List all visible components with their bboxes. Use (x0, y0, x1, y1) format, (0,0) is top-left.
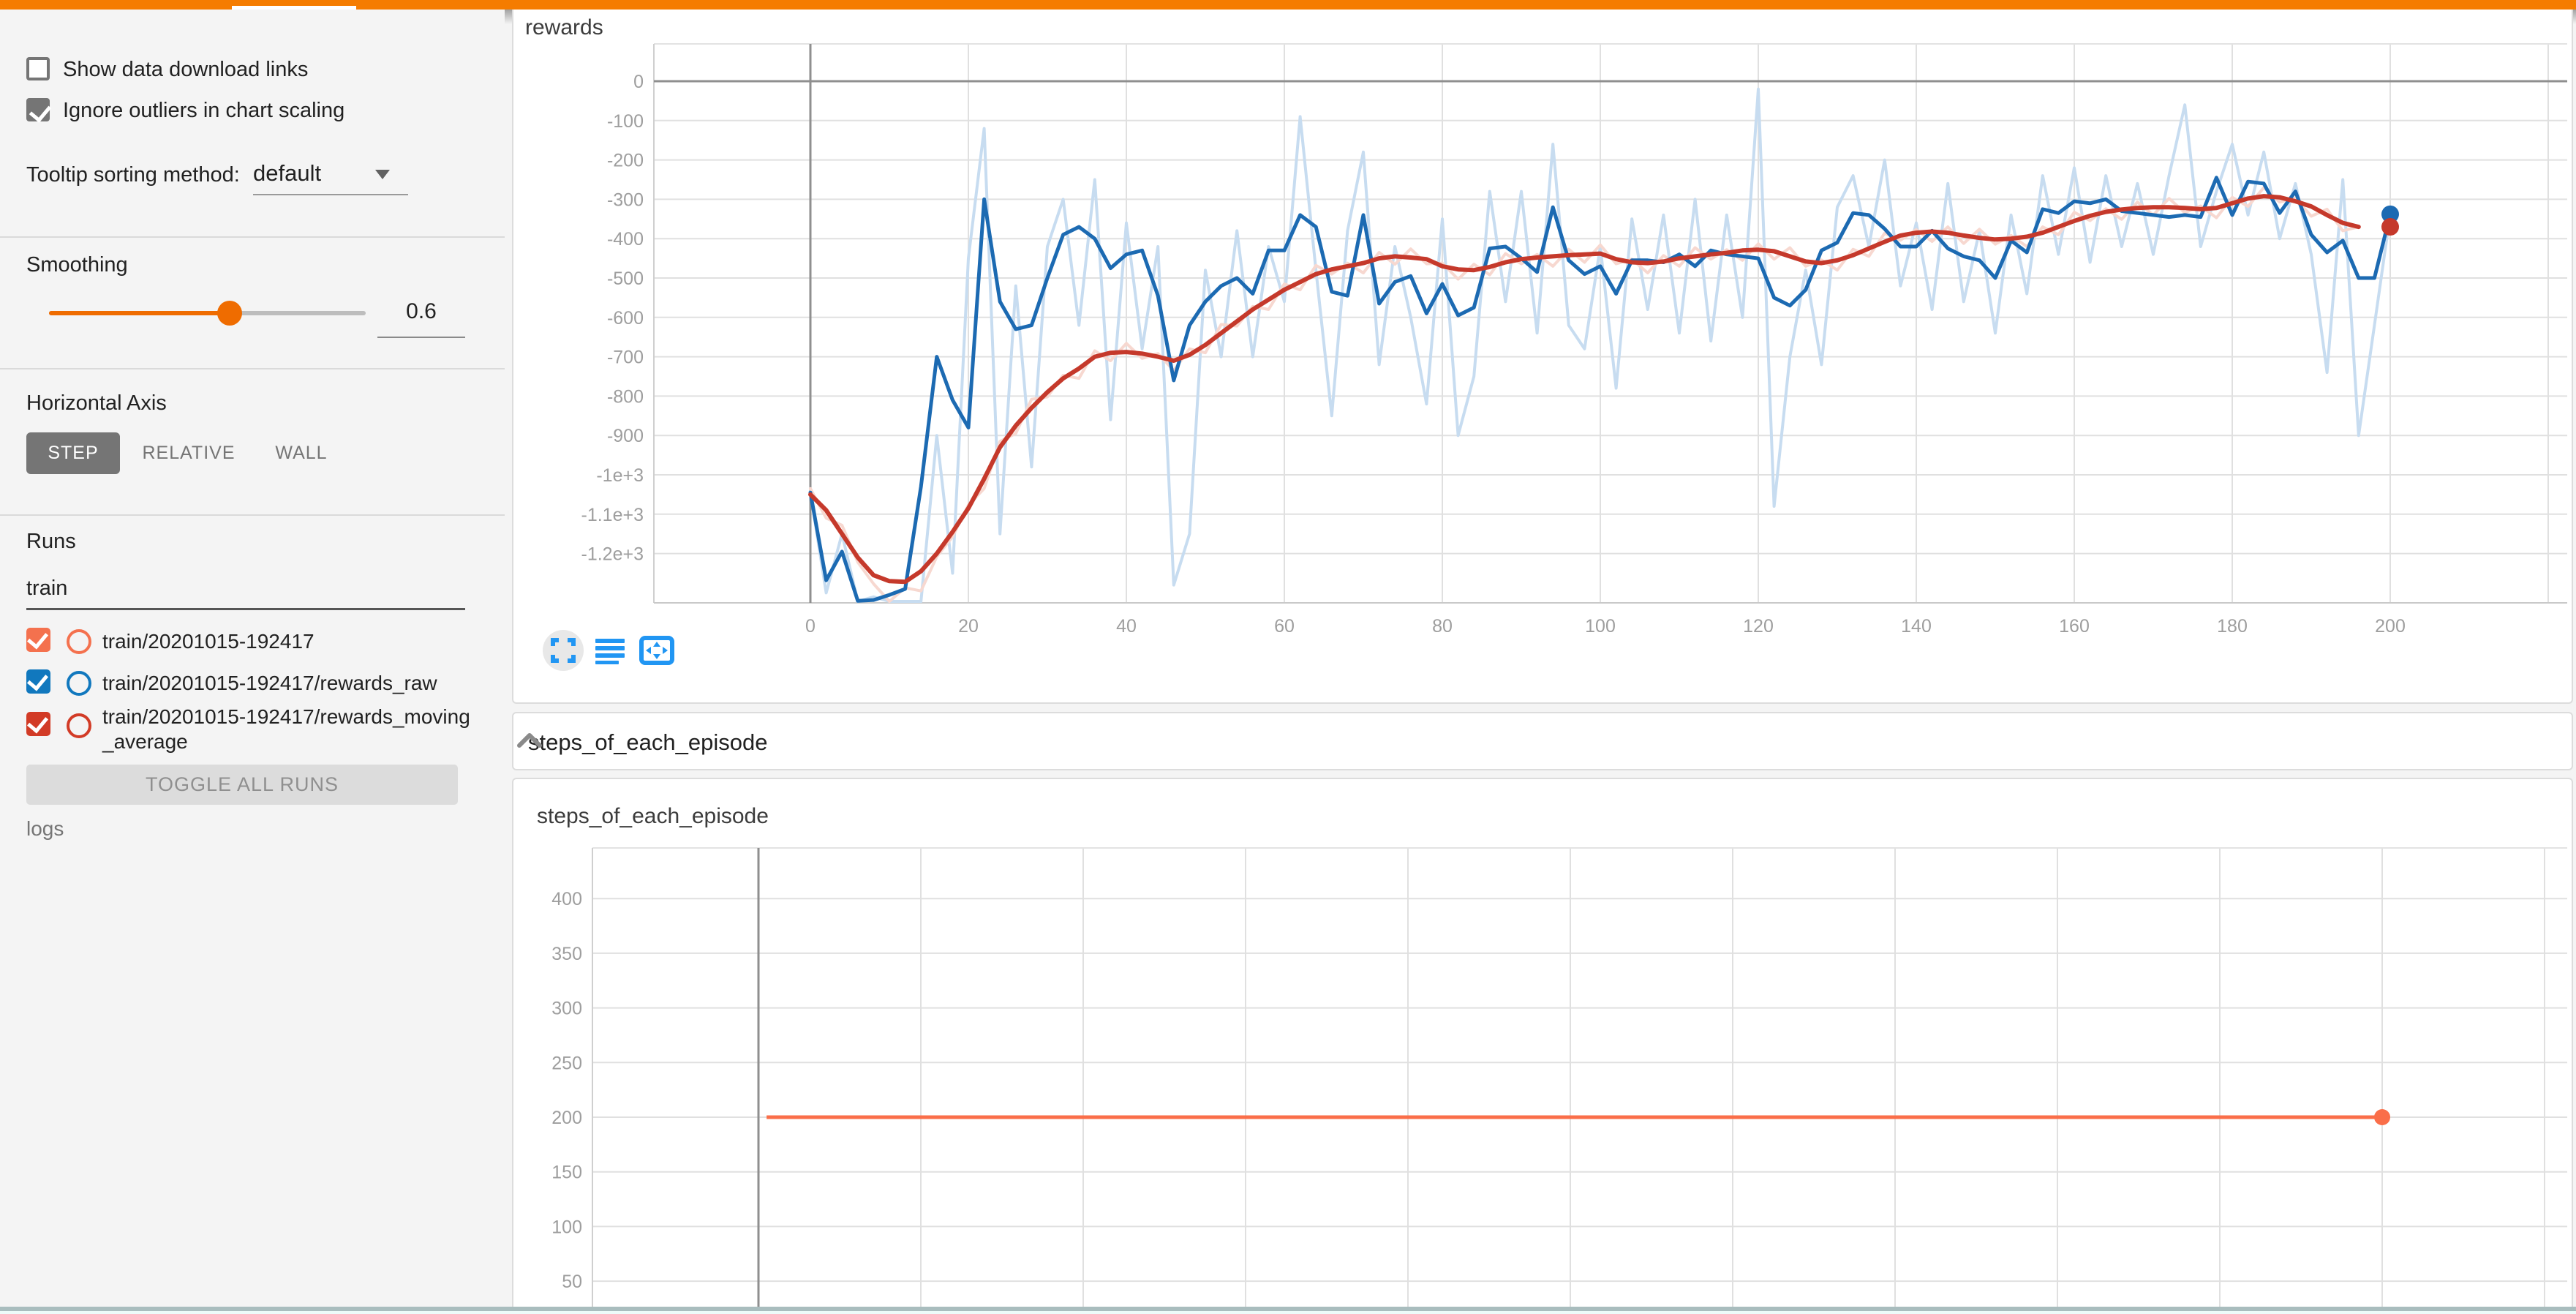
svg-text:40: 40 (1116, 616, 1137, 637)
smoothing-slider-thumb[interactable] (217, 301, 242, 326)
smoothing-slider-fill (49, 311, 229, 315)
svg-text:250: 250 (551, 1053, 582, 1073)
axis-button-step[interactable]: STEP (26, 432, 120, 474)
steps-chart-card: steps_of_each_episode 400350300250200150… (512, 778, 2573, 1314)
run-color-circle[interactable] (67, 713, 91, 738)
fit-domain-button[interactable] (636, 630, 677, 671)
svg-text:0: 0 (633, 72, 644, 92)
run-checkbox[interactable] (26, 669, 50, 694)
svg-text:80: 80 (1432, 616, 1453, 637)
check-icon (27, 711, 48, 733)
fullscreen-icon (543, 630, 584, 671)
svg-text:100: 100 (551, 1217, 582, 1237)
check-icon (27, 627, 48, 649)
toggle-runs-menu-button[interactable] (590, 630, 630, 671)
section-title: steps_of_each_episode (528, 729, 767, 756)
svg-text:-400: -400 (607, 229, 644, 249)
svg-text:-600: -600 (607, 308, 644, 328)
select-underline (253, 194, 408, 195)
check-icon (29, 100, 52, 122)
run-color-circle[interactable] (67, 671, 91, 696)
svg-text:120: 120 (1743, 616, 1774, 637)
svg-text:-1.1e+3: -1.1e+3 (581, 505, 644, 525)
horizontal-axis-label: Horizontal Axis (26, 391, 167, 416)
svg-text:-200: -200 (607, 151, 644, 171)
tensorboard-app: Show data download links Ignore outliers… (0, 0, 2576, 1314)
svg-text:180: 180 (2217, 616, 2248, 637)
ignore-outliers-checkbox[interactable] (26, 98, 50, 121)
svg-text:350: 350 (551, 944, 582, 964)
show-download-checkbox[interactable] (26, 57, 50, 80)
runs-label: Runs (26, 530, 76, 554)
show-download-label: Show data download links (63, 58, 308, 82)
top-toolbar (0, 0, 2576, 10)
smoothing-value-input[interactable]: 0.6 (377, 299, 465, 324)
steps-line-chart[interactable]: 400 350 300 250 200 150 100 50 (513, 779, 2572, 1314)
window-bottom-edge (0, 1311, 2576, 1314)
check-icon (27, 669, 48, 691)
tooltip-sorting-label: Tooltip sorting method: (26, 163, 240, 187)
settings-sidebar: Show data download links Ignore outliers… (0, 10, 505, 1314)
svg-text:20: 20 (958, 616, 979, 637)
run-checkbox[interactable] (26, 712, 50, 736)
svg-text:200: 200 (551, 1108, 582, 1128)
chevron-down-icon[interactable] (375, 170, 390, 179)
run-color-circle[interactable] (67, 629, 91, 654)
run-name: train/20201015-192417/rewards_moving_ave… (102, 705, 477, 754)
tooltip-sorting-select[interactable]: default (253, 160, 321, 187)
svg-text:50: 50 (562, 1272, 582, 1292)
run-name: train/20201015-192417/rewards_raw (102, 671, 477, 696)
svg-text:-100: -100 (607, 111, 644, 132)
svg-text:140: 140 (1901, 616, 1932, 637)
rewards-chart-card: rewards 0-100-200-300-400-500-600-700-80… (512, 10, 2573, 704)
svg-text:300: 300 (551, 999, 582, 1019)
runs-filter-underline (26, 608, 465, 610)
chart-toolbar (543, 630, 733, 674)
svg-text:-1e+3: -1e+3 (596, 465, 644, 486)
svg-text:100: 100 (1585, 616, 1616, 637)
svg-text:0: 0 (805, 616, 816, 637)
svg-text:60: 60 (1274, 616, 1295, 637)
chevron-up-icon[interactable] (513, 731, 546, 750)
svg-text:-500: -500 (607, 269, 644, 289)
toggle-all-runs-button[interactable]: TOGGLE ALL RUNS (26, 765, 458, 805)
run-name: train/20201015-192417 (102, 629, 477, 654)
axis-button-wall[interactable]: WALL (257, 432, 345, 474)
svg-text:400: 400 (551, 889, 582, 909)
rewards-line-chart[interactable]: 0 -100 -200 -300 -400 -500 -600 -700 -800 -900 -1e… (513, 10, 2572, 701)
run-checkbox[interactable] (26, 628, 50, 652)
svg-text:150: 150 (551, 1163, 582, 1183)
svg-text:-900: -900 (607, 426, 644, 446)
smoothing-label: Smoothing (26, 253, 128, 277)
section-header[interactable]: steps_of_each_episode (512, 712, 2573, 770)
axis-button-relative[interactable]: RELATIVE (138, 432, 240, 474)
fit-to-data-icon (636, 630, 677, 671)
expand-chart-button[interactable] (543, 630, 584, 671)
svg-text:-300: -300 (607, 189, 644, 210)
svg-text:-800: -800 (607, 386, 644, 407)
smoothing-value-underline (377, 337, 465, 338)
svg-text:160: 160 (2059, 616, 2090, 637)
divider (0, 368, 505, 369)
ignore-outliers-label: Ignore outliers in chart scaling (63, 99, 344, 123)
svg-text:200: 200 (2375, 616, 2406, 637)
svg-text:-1.2e+3: -1.2e+3 (581, 544, 644, 565)
divider (0, 514, 505, 516)
lines-menu-icon (590, 630, 630, 671)
svg-text:-700: -700 (607, 348, 644, 368)
divider (0, 236, 505, 238)
runs-filter-input[interactable]: train (26, 577, 67, 601)
run-group-logs-label: logs (26, 817, 64, 841)
